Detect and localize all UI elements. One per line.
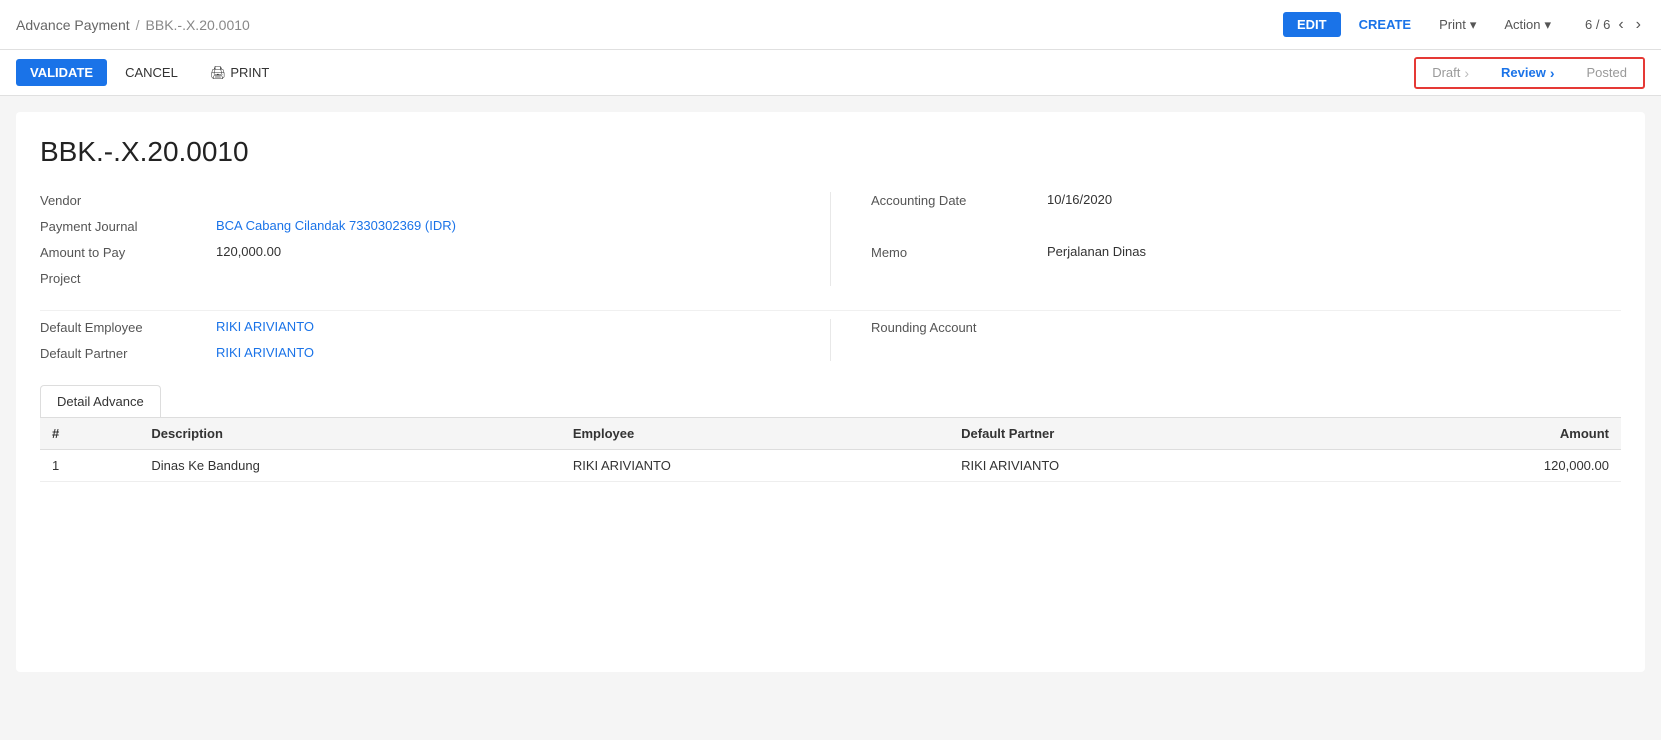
rounding-account-label: Rounding Account	[871, 319, 1031, 335]
form-section-2: Default Employee RIKI ARIVIANTO Default …	[40, 310, 1621, 361]
default-employee-label: Default Employee	[40, 319, 200, 335]
col-num: #	[40, 418, 139, 450]
col-description: Description	[139, 418, 560, 450]
form-section-1: Vendor Payment Journal BCA Cabang Ciland…	[40, 192, 1621, 286]
table-row: 1 Dinas Ke Bandung RIKI ARIVIANTO RIKI A…	[40, 450, 1621, 482]
default-employee-value[interactable]: RIKI ARIVIANTO	[216, 319, 790, 334]
printer-icon: 🖨	[210, 65, 227, 81]
cancel-button[interactable]: CANCEL	[111, 59, 192, 86]
memo-label: Memo	[871, 244, 1031, 260]
project-label: Project	[40, 270, 200, 286]
prev-page-button[interactable]: ‹	[1614, 14, 1627, 36]
breadcrumb-current: BBK.-.X.20.0010	[146, 17, 250, 33]
print-chevron-icon: ▾	[1470, 17, 1477, 33]
print-dropdown-button[interactable]: Print ▾	[1429, 12, 1486, 38]
next-page-button[interactable]: ›	[1632, 14, 1645, 36]
cell-description: Dinas Ke Bandung	[139, 450, 560, 482]
accounting-date-value: 10/16/2020	[1047, 192, 1621, 207]
payment-journal-label: Payment Journal	[40, 218, 200, 234]
col-amount: Amount	[1337, 418, 1621, 450]
table-header: # Description Employee Default Partner A…	[40, 418, 1621, 450]
form-right-2: Rounding Account	[871, 319, 1621, 361]
default-partner-value[interactable]: RIKI ARIVIANTO	[216, 345, 790, 360]
status-chevron-2: ›	[1550, 65, 1555, 81]
accounting-date-label: Accounting Date	[871, 192, 1031, 208]
detail-table: # Description Employee Default Partner A…	[40, 418, 1621, 482]
document-title: BBK.-.X.20.0010	[40, 136, 1621, 168]
print-button[interactable]: 🖨 PRINT	[196, 59, 284, 87]
form-left-2: Default Employee RIKI ARIVIANTO Default …	[40, 319, 831, 361]
memo-value: Perjalanan Dinas	[1047, 244, 1621, 259]
cell-amount: 120,000.00	[1337, 450, 1621, 482]
tab-detail-advance[interactable]: Detail Advance	[40, 385, 161, 417]
cell-partner: RIKI ARIVIANTO	[949, 450, 1337, 482]
pagination: 6 / 6 ‹ ›	[1585, 14, 1645, 36]
breadcrumb-parent[interactable]: Advance Payment	[16, 17, 130, 33]
cell-employee: RIKI ARIVIANTO	[561, 450, 949, 482]
validate-button[interactable]: VALIDATE	[16, 59, 107, 86]
pagination-text: 6 / 6	[1585, 17, 1610, 32]
status-chevron-1: ›	[1464, 65, 1469, 81]
status-bar: Draft › Review › Posted	[1414, 57, 1645, 89]
col-employee: Employee	[561, 418, 949, 450]
amount-to-pay-label: Amount to Pay	[40, 244, 200, 260]
tab-header: Detail Advance	[40, 385, 1621, 418]
payment-journal-value[interactable]: BCA Cabang Cilandak 7330302369 (IDR)	[216, 218, 790, 233]
status-posted: Posted	[1571, 59, 1643, 86]
tab-container: Detail Advance # Description Employee De…	[40, 385, 1621, 482]
table-body: 1 Dinas Ke Bandung RIKI ARIVIANTO RIKI A…	[40, 450, 1621, 482]
main-content: BBK.-.X.20.0010 Vendor Payment Journal B…	[16, 112, 1645, 672]
top-bar: Advance Payment / BBK.-.X.20.0010 EDIT C…	[0, 0, 1661, 50]
amount-to-pay-value: 120,000.00	[216, 244, 790, 259]
cell-num: 1	[40, 450, 139, 482]
form-right-1: Accounting Date 10/16/2020 Memo Perjalan…	[871, 192, 1621, 286]
form-left-1: Vendor Payment Journal BCA Cabang Ciland…	[40, 192, 831, 286]
action-dropdown-button[interactable]: Action ▾	[1494, 12, 1561, 38]
breadcrumb: Advance Payment / BBK.-.X.20.0010	[16, 17, 1283, 33]
action-bar: VALIDATE CANCEL 🖨 PRINT Draft › Review ›…	[0, 50, 1661, 96]
top-actions: EDIT CREATE Print ▾ Action ▾ 6 / 6 ‹ ›	[1283, 12, 1645, 38]
status-review: Review ›	[1485, 59, 1570, 87]
status-draft: Draft ›	[1416, 59, 1485, 87]
action-chevron-icon: ▾	[1545, 17, 1552, 33]
col-partner: Default Partner	[949, 418, 1337, 450]
breadcrumb-separator: /	[136, 17, 140, 33]
edit-button[interactable]: EDIT	[1283, 12, 1341, 37]
vendor-label: Vendor	[40, 192, 200, 208]
default-partner-label: Default Partner	[40, 345, 200, 361]
create-button[interactable]: CREATE	[1349, 12, 1421, 37]
